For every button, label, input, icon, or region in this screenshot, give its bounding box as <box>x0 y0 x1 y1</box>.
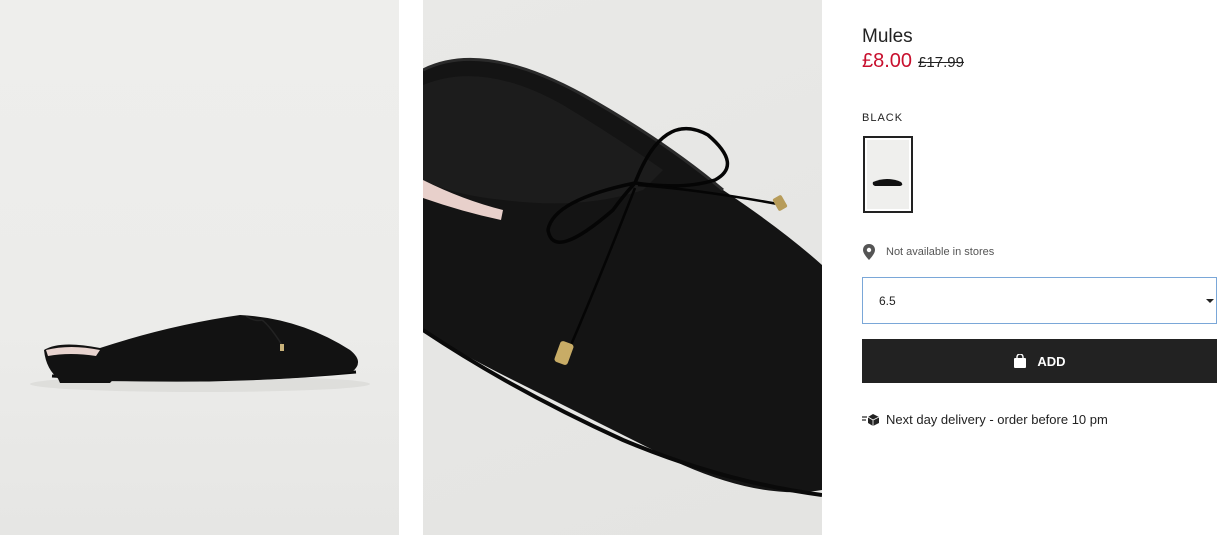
product-title: Mules <box>862 26 913 47</box>
store-availability-text: Not available in stores <box>886 246 995 258</box>
product-image-closeup[interactable] <box>423 0 822 535</box>
product-info-panel: Mules £8.00 £17.99 BLACK Not available i… <box>862 0 1217 535</box>
color-swatch-black[interactable] <box>863 136 913 213</box>
color-label: BLACK <box>862 112 904 124</box>
location-pin-icon <box>863 244 875 260</box>
store-availability: Not available in stores <box>862 244 994 260</box>
size-value: 6.5 <box>879 294 896 308</box>
product-image-side[interactable] <box>0 0 399 535</box>
swatch-shoe-icon <box>872 179 903 186</box>
price-row: £8.00 £17.99 <box>862 50 964 73</box>
shopping-bag-icon <box>1014 354 1027 368</box>
sale-price: £8.00 <box>862 50 913 72</box>
original-price: £17.99 <box>918 54 964 71</box>
swatch-thumbnail <box>867 140 909 209</box>
add-to-bag-button[interactable]: ADD <box>862 339 1217 383</box>
delivery-box-icon <box>862 413 880 426</box>
mule-side-illustration <box>30 315 370 392</box>
size-select[interactable]: 6.5 <box>862 277 1217 324</box>
add-button-label: ADD <box>1037 353 1066 369</box>
delivery-info: Next day delivery - order before 10 pm <box>862 412 1108 427</box>
delivery-text: Next day delivery - order before 10 pm <box>886 412 1108 427</box>
mule-closeup-illustration <box>423 57 822 497</box>
chevron-down-icon <box>1206 299 1214 303</box>
